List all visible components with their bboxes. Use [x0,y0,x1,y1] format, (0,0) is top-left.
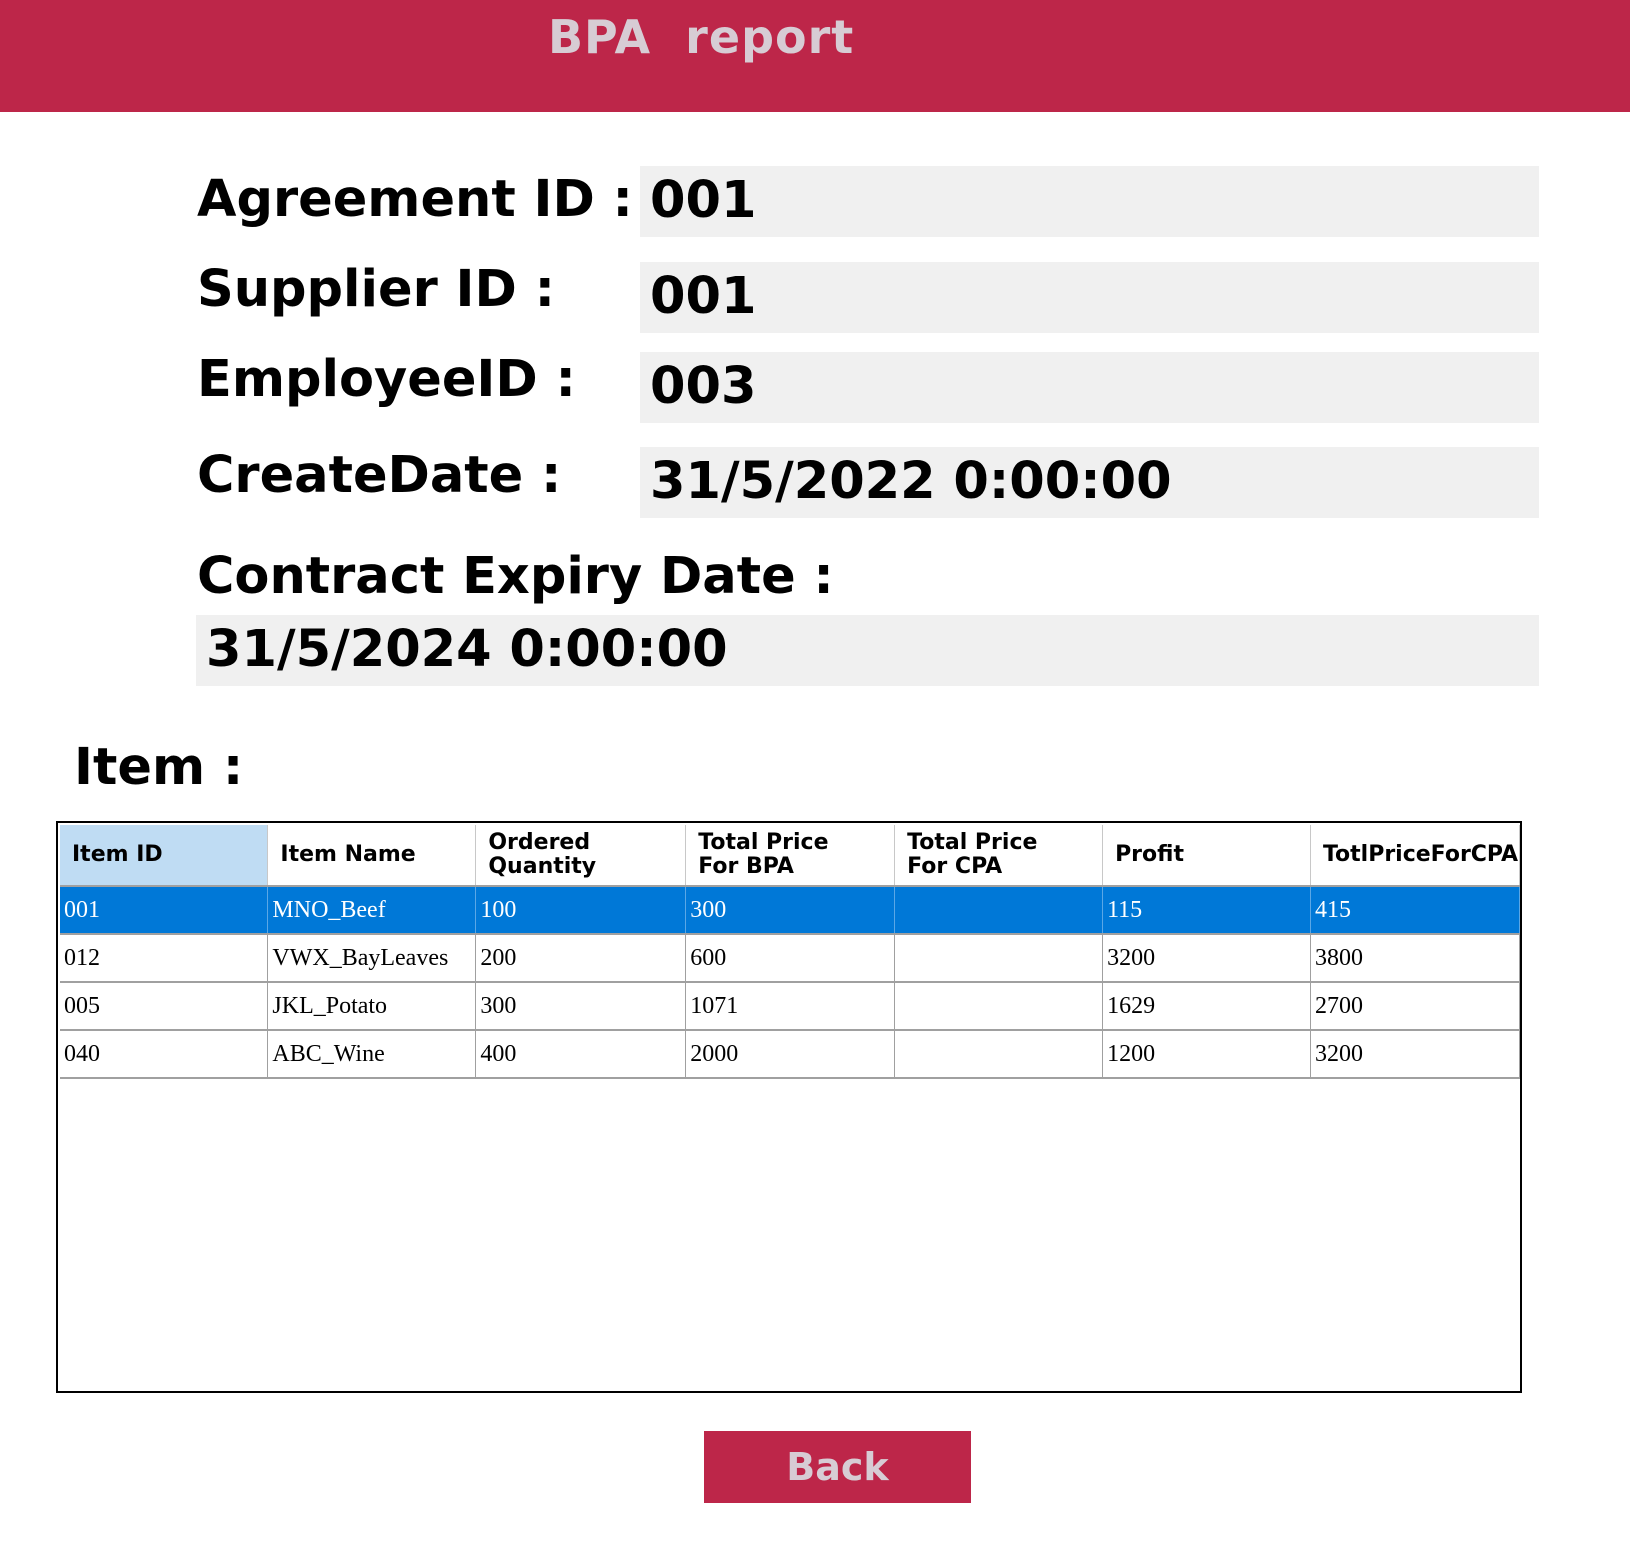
column-header-line: TotlPriceForCPA [1322,842,1519,867]
column-header-line: Item ID [72,842,163,867]
table-row[interactable]: 001 MNO_Beef 100 300 115 415 [60,886,1521,935]
column-header-total-price-cpa[interactable]: Total Price For CPA [894,825,1104,887]
table-cell[interactable]: 3800 [1310,934,1521,983]
supplier-id-label: Supplier ID : [197,260,555,319]
items-table: Item ID Item Name Ordered Quantity Total … [60,825,1521,1079]
table-cell[interactable] [894,886,1104,935]
table-cell[interactable]: 3200 [1310,1030,1521,1079]
table-cell[interactable]: JKL_Potato [267,982,477,1031]
table-cell[interactable]: 012 [60,934,269,983]
table-cell[interactable]: MNO_Beef [267,886,477,935]
table-cell[interactable] [894,934,1104,983]
table-cell[interactable]: 2000 [685,1030,896,1079]
table-cell[interactable]: 1629 [1102,982,1311,1031]
back-button[interactable]: Back [704,1431,971,1503]
table-cell[interactable] [894,1030,1104,1079]
column-header-totl-price-for-cpa[interactable]: TotlPriceForCPA [1310,825,1521,887]
create-date-label: CreateDate : [197,446,562,505]
employee-id-label: EmployeeID : [197,350,576,409]
table-cell[interactable]: 005 [60,982,269,1031]
items-section-label: Item : [74,738,244,797]
contract-expiry-date-field[interactable]: 31/5/2024 0:00:00 [196,615,1539,686]
table-cell[interactable]: 1200 [1102,1030,1311,1079]
table-cell[interactable]: 300 [685,886,896,935]
column-header-profit[interactable]: Profit [1102,825,1311,887]
table-cell[interactable]: 300 [475,982,687,1031]
table-cell[interactable]: 115 [1102,886,1311,935]
table-cell[interactable]: 040 [60,1030,269,1079]
table-cell[interactable]: 2700 [1310,982,1521,1031]
column-header-line: For BPA [698,854,794,879]
column-header-line: Total Price [907,830,1038,855]
table-cell[interactable]: 100 [475,886,687,935]
agreement-id-field[interactable]: 001 [640,166,1539,237]
column-header-line: Item Name [280,842,416,867]
column-header-line: Total Price [698,830,829,855]
table-cell[interactable]: 1071 [685,982,896,1031]
agreement-id-label: Agreement ID : [197,170,633,229]
table-cell[interactable]: 3200 [1102,934,1311,983]
column-header-line: Profit [1115,842,1184,867]
column-header-line: For CPA [907,854,1003,879]
title-bar: BPA report [0,0,1630,112]
items-grid[interactable]: Item ID Item Name Ordered Quantity Total … [56,821,1522,1393]
column-header-line: Quantity [488,854,597,879]
table-cell[interactable]: 200 [475,934,687,983]
create-date-field[interactable]: 31/5/2022 0:00:00 [640,447,1539,518]
table-cell[interactable]: 415 [1310,886,1521,935]
table-row[interactable]: 040 ABC_Wine 400 2000 1200 3200 [60,1030,1521,1079]
employee-id-field[interactable]: 003 [640,352,1539,423]
column-header-item-id[interactable]: Item ID [60,825,269,887]
page-title: BPA report [548,10,855,64]
column-header-item-name[interactable]: Item Name [267,825,477,887]
table-cell[interactable]: 400 [475,1030,687,1079]
grid-header-row: Item ID Item Name Ordered Quantity Total … [60,825,1521,887]
table-cell[interactable] [894,982,1104,1031]
table-cell[interactable]: 001 [60,886,269,935]
table-row[interactable]: 012 VWX_BayLeaves 200 600 3200 3800 [60,934,1521,983]
table-cell[interactable]: ABC_Wine [267,1030,477,1079]
column-header-total-price-bpa[interactable]: Total Price For BPA [685,825,896,887]
table-cell[interactable]: 600 [685,934,896,983]
contract-expiry-date-label: Contract Expiry Date : [197,547,834,606]
table-row[interactable]: 005 JKL_Potato 300 1071 1629 2700 [60,982,1521,1031]
table-cell[interactable]: VWX_BayLeaves [267,934,477,983]
supplier-id-field[interactable]: 001 [640,262,1539,333]
column-header-line: Ordered [488,830,591,855]
column-header-ordered-quantity[interactable]: Ordered Quantity [475,825,687,887]
